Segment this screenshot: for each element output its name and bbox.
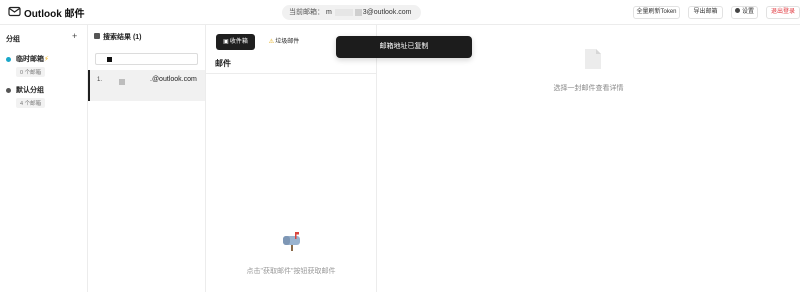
mail-logo-icon	[8, 6, 21, 17]
top-bar: Outlook 邮件 当前邮箱： m 3@outlook.com 全量刷新Tok…	[0, 0, 800, 25]
settings-label: 设置	[741, 9, 754, 15]
mailbox-icon	[283, 232, 300, 251]
redaction-block	[334, 8, 353, 16]
group-count-badge: 0 个邮箱	[16, 67, 46, 77]
groups-title: 分组	[6, 36, 20, 43]
tab-inbox[interactable]: ▣收件箱	[216, 34, 255, 50]
logout-button[interactable]: 退出登录	[766, 6, 800, 19]
group-color-dot	[6, 88, 11, 93]
current-email-pill[interactable]: 当前邮箱： m 3@outlook.com	[282, 5, 421, 20]
account-list-item[interactable]: 1. .@outlook.com	[88, 70, 205, 101]
group-count-badge: 4 个邮箱	[16, 98, 46, 108]
mail-list-title: 邮件	[215, 59, 231, 68]
results-panel: 搜索结果 (1) 1. .@outlook.com	[88, 25, 206, 292]
group-item-temp[interactable]: 临时邮箱⚡ 0 个邮箱	[6, 54, 82, 78]
inbox-icon: ▣	[223, 39, 229, 45]
account-email: .@outlook.com	[150, 76, 197, 83]
lightning-icon: ⚡	[44, 56, 49, 63]
document-icon	[585, 49, 601, 69]
current-email-suffix: 3@outlook.com	[362, 9, 412, 16]
plus-icon[interactable]: +	[72, 31, 77, 41]
export-email-button[interactable]: 导出邮箱	[688, 6, 723, 19]
redaction-block	[119, 79, 125, 85]
gear-icon	[734, 7, 740, 13]
current-email-prefix: m	[325, 9, 332, 16]
select-all-checkbox[interactable]	[94, 33, 100, 40]
group-color-dot	[6, 57, 11, 62]
groups-panel: 分组 + 临时邮箱⚡ 0 个邮箱 默认分组 4 个邮箱	[0, 25, 88, 292]
results-title: 搜索结果 (1)	[94, 32, 142, 42]
tab-junk[interactable]: ⚠垃圾邮件	[262, 34, 306, 50]
group-item-default[interactable]: 默认分组 4 个邮箱	[6, 85, 82, 109]
redaction-block	[354, 8, 362, 16]
settings-button[interactable]: 设置	[731, 6, 758, 19]
group-name: 默认分组	[16, 87, 44, 94]
mail-list-panel: ▣收件箱 ⚠垃圾邮件 邮件 点击"获取邮件"按钮获取邮件	[206, 25, 377, 292]
search-cursor-mark	[107, 57, 112, 62]
search-input[interactable]	[95, 53, 198, 65]
empty-detail-text: 选择一封邮件查看详情	[553, 85, 624, 92]
app-title: Outlook 邮件	[24, 9, 85, 20]
warning-icon: ⚠	[268, 39, 275, 45]
item-index: 1.	[97, 77, 103, 83]
current-email-label: 当前邮箱：	[289, 9, 324, 16]
group-name: 临时邮箱⚡	[16, 56, 49, 63]
divider	[206, 73, 376, 74]
empty-mail-text: 点击"获取邮件"按钮获取邮件	[246, 268, 336, 275]
copied-toast: 邮箱地址已复制	[336, 36, 472, 58]
mail-detail-panel: 选择一封邮件查看详情	[377, 25, 800, 292]
refresh-all-token-button[interactable]: 全量刷新Token	[633, 6, 680, 19]
